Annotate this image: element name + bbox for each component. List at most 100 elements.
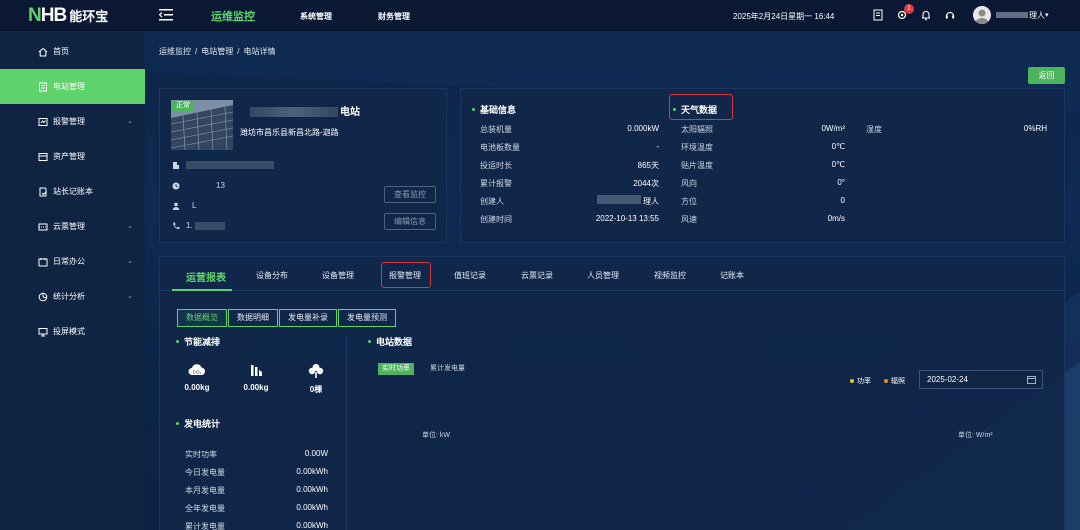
sidebar-item-screen-mode[interactable]: 投屏模式 [0, 314, 145, 349]
docs-icon[interactable] [872, 9, 884, 21]
sidebar-item-stats[interactable]: 统计分析 ⌄ [0, 279, 145, 314]
subtab-generation-forecast[interactable]: 发电量预测 [338, 309, 396, 327]
generation-value: 0.00kWh [296, 503, 328, 512]
weather-title-text: 天气数据 [681, 105, 718, 115]
y-axis-unit-left: 单位: kW [422, 432, 450, 439]
operations-panel: 运营报表 设备分布 设备管理 报警管理 值班记录 云票记录 人员管理 视频监控 … [159, 256, 1065, 530]
user-name-suffix: 理人 [1029, 11, 1045, 20]
view-monitor-button[interactable]: 查看监控 [384, 186, 436, 203]
logo-mark: NHB [28, 5, 67, 26]
sidebar-item-label: 统计分析 [53, 292, 85, 301]
basic-info-value: 理人 [643, 197, 659, 206]
tab-duty-records[interactable]: 值班记录 [454, 270, 486, 281]
menu-collapse-icon[interactable] [159, 9, 173, 21]
coal-saving-item: 0.00kg [236, 363, 276, 392]
alarm-tab-highlight-box [381, 262, 431, 288]
weather-label: 环境温度 [681, 143, 713, 152]
sidebar-item-cloud-ticket[interactable]: 云票管理 ⌄ [0, 209, 145, 244]
subtab-data-overview[interactable]: 数据概览 [177, 309, 227, 327]
avatar[interactable] [973, 6, 991, 24]
tab-cloud-ticket-records[interactable]: 云票记录 [521, 270, 553, 281]
basic-info-title-text: 基础信息 [480, 105, 517, 115]
header-datetime: 2025年2月24日星期一 16:44 [733, 12, 835, 21]
tab-device-mgmt[interactable]: 设备管理 [322, 270, 354, 281]
y-axis-unit-right: 单位: W/m² [958, 432, 993, 439]
humidity-label: 湿度 [866, 125, 882, 134]
section-dot-icon [472, 108, 475, 111]
weather-title: 天气数据 [673, 103, 717, 116]
cloud-ticket-icon [38, 223, 48, 230]
alert-settings-button[interactable]: 1 [896, 4, 914, 21]
basic-info-value: 0.000kW [627, 124, 659, 133]
top-nav-ops-monitor[interactable]: 运维监控 [211, 8, 255, 24]
tab-ops-report[interactable]: 运营报表 [186, 269, 226, 284]
logo[interactable]: NHB 能环宝 [28, 5, 108, 27]
tab-device-distribution[interactable]: 设备分布 [256, 270, 288, 281]
top-nav-finance-mgmt[interactable]: 财务管理 [378, 11, 410, 22]
breadcrumb-separator: / [195, 47, 198, 56]
legend-dot-icon [850, 379, 854, 383]
sidebar-item-alarm-mgmt[interactable]: 报警管理 ⌄ [0, 104, 145, 139]
sidebar-item-home[interactable]: 首页 [0, 34, 145, 69]
basic-info-label: 累计报警 [480, 179, 512, 188]
sidebar-item-ledger[interactable]: 站长记账本 [0, 174, 145, 209]
home-icon [38, 47, 48, 56]
tree-value: 0棵 [309, 385, 323, 394]
basic-info-value: 2022-10-13 13:55 [595, 214, 659, 223]
top-bar: NHB 能环宝 运维监控 系统管理 财务管理 2025年2月24日星期一 16:… [0, 0, 1080, 32]
person-icon [172, 202, 180, 210]
ledger-icon [39, 187, 47, 196]
sidebar-item-label: 首页 [53, 47, 69, 56]
generation-stats-title: 发电统计 [176, 417, 220, 430]
back-button[interactable]: 返回 [1028, 67, 1065, 84]
weather-label: 风速 [681, 215, 697, 224]
sidebar-item-label: 报警管理 [53, 117, 85, 126]
generation-label: 实时功率 [185, 450, 217, 459]
chart-tab-cumulative-generation[interactable]: 累计发电量 [430, 363, 465, 375]
phone-icon [173, 222, 180, 229]
basic-info-value: 865天 [637, 161, 659, 170]
top-nav-system-mgmt[interactable]: 系统管理 [300, 11, 332, 22]
basic-info-value: 2044次 [633, 179, 659, 188]
stats-icon [38, 292, 48, 301]
svg-text:CO₂: CO₂ [193, 370, 202, 375]
chart-tab-realtime-power[interactable]: 实时功率 [378, 363, 414, 375]
weather-value: 0 [840, 196, 845, 205]
legend-power[interactable]: 功率 [850, 376, 871, 386]
date-picker[interactable]: 2025-02-24 [919, 370, 1043, 389]
sidebar-item-label: 电站管理 [53, 82, 85, 91]
date-value: 2025-02-24 [927, 375, 968, 384]
tab-ledger[interactable]: 记账本 [720, 270, 744, 281]
station-name: 电站 [250, 103, 360, 118]
sidebar-item-office[interactable]: 日常办公 ⌄ [0, 244, 145, 279]
basic-info-label: 创建时间 [480, 215, 512, 224]
asset-icon [38, 152, 48, 161]
user-dropdown-caret-icon[interactable]: ▾ [1045, 11, 1049, 19]
weather-value: 0W/m² [821, 124, 845, 133]
section-dot-icon [368, 340, 371, 343]
subtab-data-detail[interactable]: 数据明细 [228, 309, 278, 327]
station-info-value: 13 [216, 181, 225, 190]
breadcrumb-ops-monitor[interactable]: 运维监控 [159, 47, 191, 56]
person-value: L [192, 201, 197, 210]
edit-info-button[interactable]: 编辑信息 [384, 213, 436, 230]
screen-icon [38, 327, 48, 336]
user-name[interactable]: 理人 [996, 10, 1045, 21]
sidebar-item-station-mgmt[interactable]: 电站管理 [0, 69, 145, 104]
legend-label: 辐照 [891, 378, 905, 385]
bell-icon[interactable] [920, 9, 932, 21]
subtab-generation-backfill[interactable]: 发电量补录 [279, 309, 337, 327]
basic-info-value: - [656, 142, 659, 151]
headset-icon[interactable] [944, 9, 956, 21]
tab-staff-mgmt[interactable]: 人员管理 [587, 270, 619, 281]
weather-label: 风向 [681, 179, 697, 188]
sidebar-item-asset-mgmt[interactable]: 资产管理 [0, 139, 145, 174]
sidebar-item-label: 投屏模式 [53, 327, 85, 336]
breadcrumb-station-mgmt[interactable]: 电站管理 [201, 47, 233, 56]
header-icons: 1 [872, 4, 968, 21]
legend-irradiance[interactable]: 辐照 [884, 376, 905, 386]
tab-video-monitor[interactable]: 视频监控 [654, 270, 686, 281]
clock-icon [172, 182, 180, 189]
co2-value: 0.00kg [184, 383, 210, 392]
active-tab-indicator [172, 289, 232, 291]
